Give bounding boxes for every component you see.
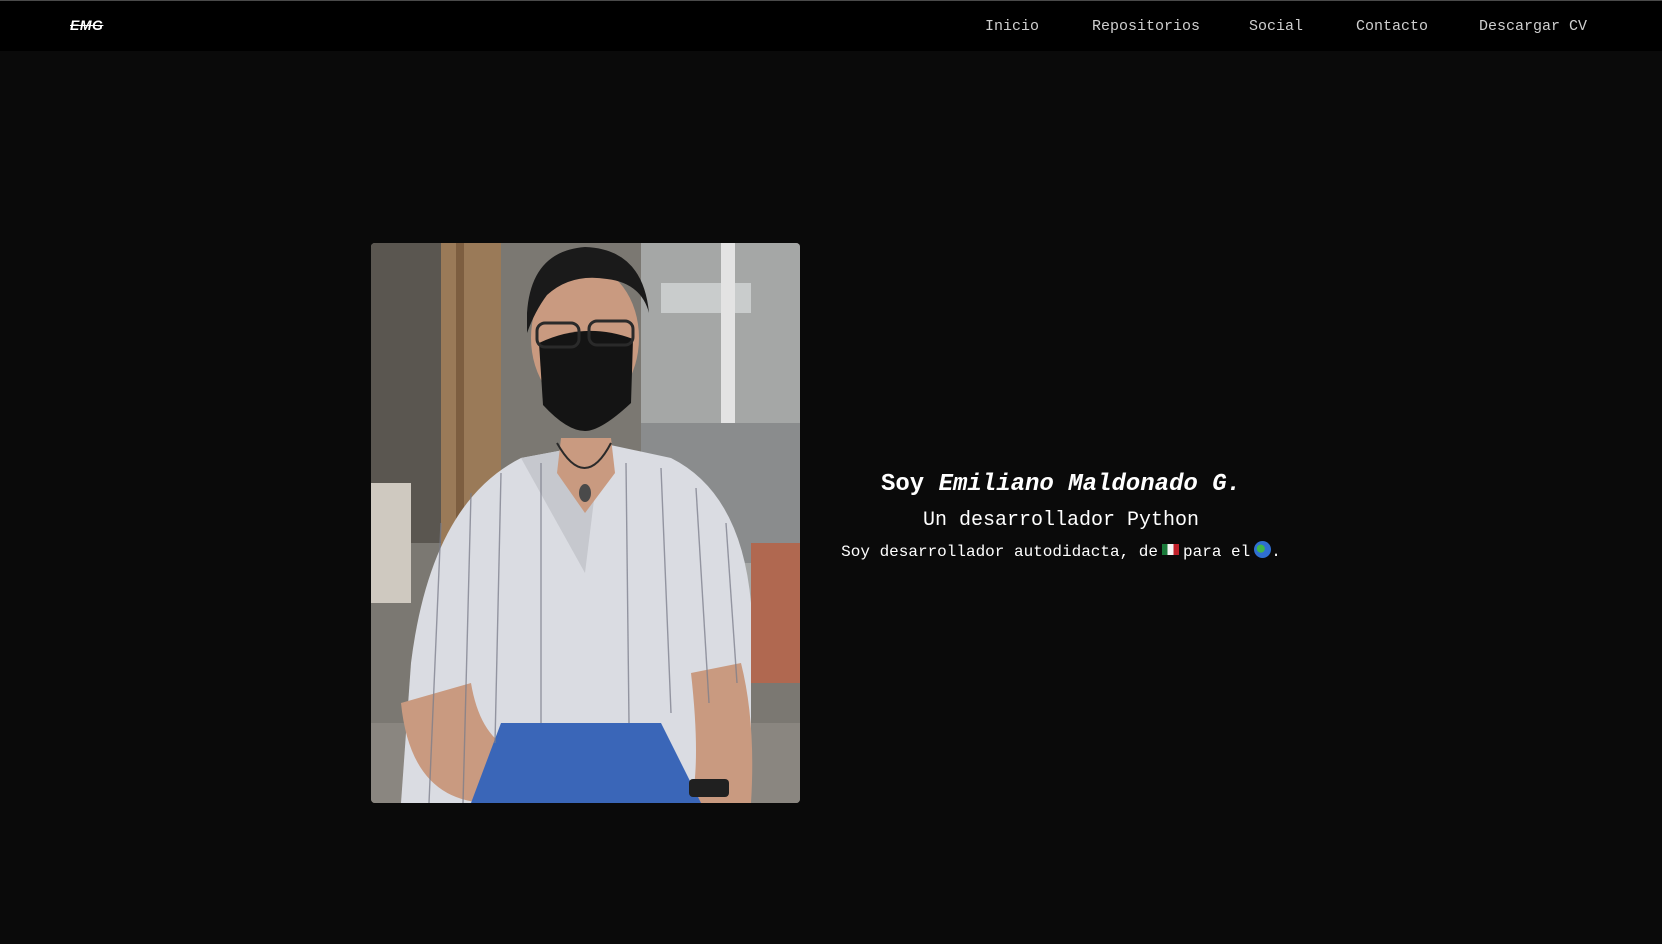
nav-inicio-link[interactable]: Inicio [985, 18, 1039, 35]
profile-photo [371, 243, 800, 803]
nav-social-link[interactable]: Social [1249, 18, 1303, 35]
nav-repositorios-link[interactable]: Repositorios [1092, 18, 1200, 35]
hero-title: Soy Emiliano Maldonado G. [800, 468, 1322, 502]
hero-description: Soy desarrollador autodidacta, de para el… [800, 541, 1322, 563]
hero-title-prefix: Soy [880, 471, 925, 498]
nav-contacto-link[interactable]: Contacto [1356, 18, 1428, 35]
nav-descargar-cv-link[interactable]: Descargar CV [1479, 18, 1587, 35]
hero-description-part3: . [1271, 543, 1281, 561]
hero-description-part2: para el [1183, 543, 1251, 561]
hero-subtitle: Un desarrollador Python [922, 509, 1200, 532]
nav-links: Inicio Repositorios Social Contacto Desc… [0, 18, 1662, 38]
hero-description-part1: Soy desarrollador autodidacta, de [841, 543, 1159, 561]
hero-name: Emiliano Maldonado G. [938, 471, 1242, 498]
hero-text: Soy Emiliano Maldonado G. Un desarrollad… [800, 468, 1322, 563]
navbar: EMG Inicio Repositorios Social Contacto … [0, 1, 1662, 51]
globe-americas-icon [1254, 541, 1272, 559]
mexico-flag-icon [1162, 544, 1180, 556]
